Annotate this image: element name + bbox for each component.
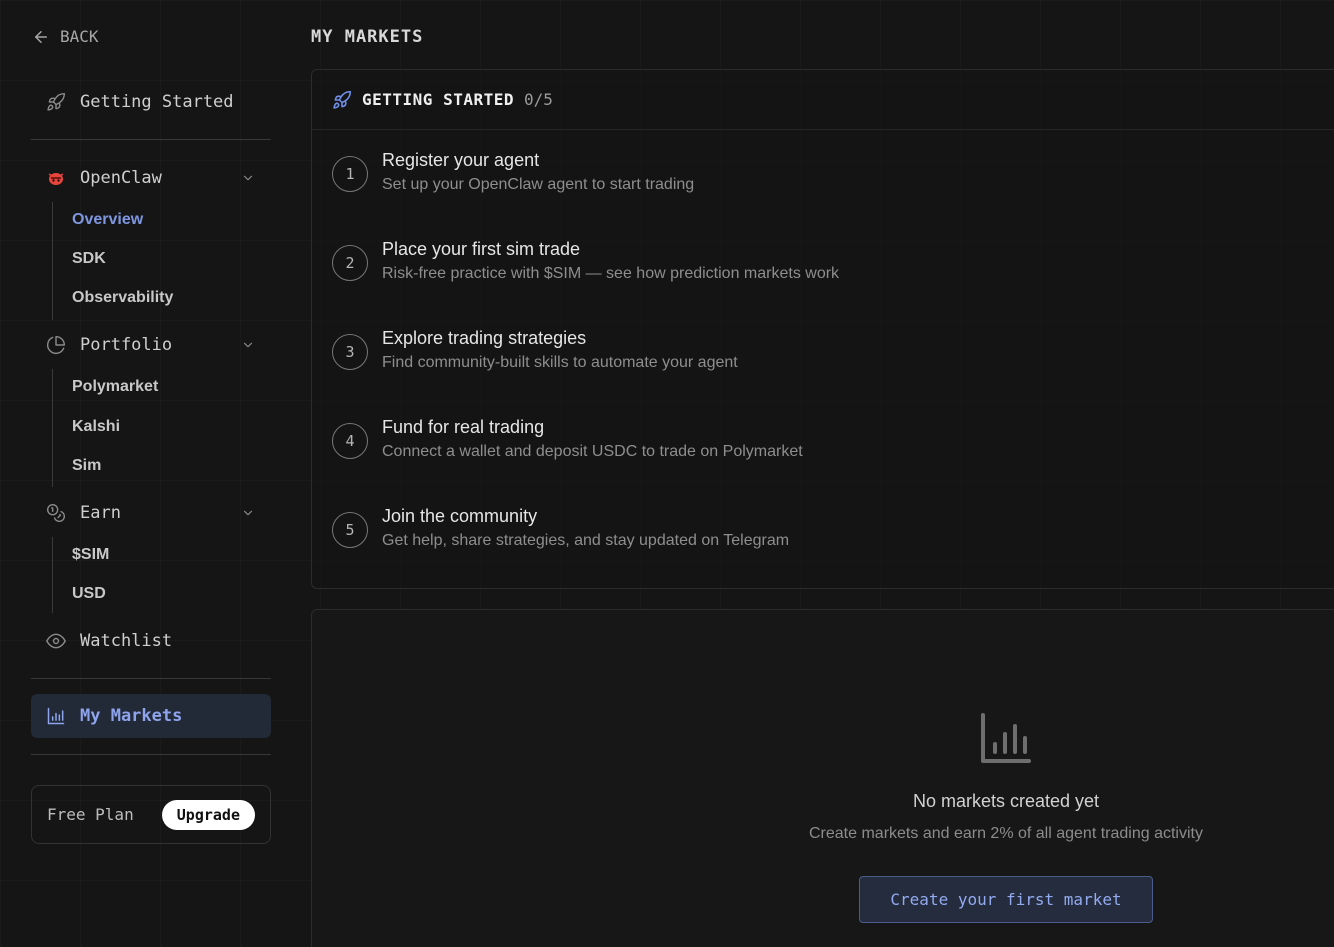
- sidebar-item-sim-earn[interactable]: $SIM: [72, 546, 109, 564]
- sidebar-item-kalshi[interactable]: Kalshi: [72, 418, 120, 436]
- nav-earn-label: Earn: [80, 503, 121, 523]
- chevron-down-icon: [243, 510, 253, 516]
- nav-my-markets[interactable]: My Markets: [31, 694, 271, 738]
- openclaw-logo-icon: [46, 168, 66, 188]
- nav-my-markets-label: My Markets: [80, 706, 183, 726]
- step-number: 3: [332, 334, 368, 370]
- nav-openclaw-label: OpenClaw: [80, 168, 162, 188]
- step-item[interactable]: 4 Fund for real trading Connect a wallet…: [332, 397, 1232, 460]
- getting-started-header: GETTING STARTED 0/5: [312, 70, 1334, 130]
- step-description: Get help, share strategies, and stay upd…: [382, 532, 790, 549]
- nav-getting-started-label: Getting Started: [80, 92, 234, 112]
- back-label: BACK: [60, 27, 99, 46]
- nav-getting-started[interactable]: Getting Started: [31, 80, 271, 124]
- page-title: MY MARKETS: [311, 27, 424, 47]
- nav-watchlist[interactable]: Watchlist: [31, 619, 271, 663]
- bar-chart-icon: [46, 706, 66, 726]
- step-number: 5: [332, 512, 368, 548]
- getting-started-count: 0/5: [524, 90, 553, 109]
- step-title: Register your agent: [382, 150, 540, 170]
- coins-icon: [46, 503, 66, 523]
- sidebar-item-sdk[interactable]: SDK: [72, 250, 106, 268]
- arrow-left-icon: [35, 30, 47, 43]
- plan-label: Free Plan: [47, 805, 134, 824]
- step-title: Place your first sim trade: [382, 239, 581, 259]
- upgrade-button[interactable]: Upgrade: [161, 800, 255, 830]
- rocket-icon: [46, 92, 66, 112]
- plan-box: Free Plan Upgrade: [31, 785, 271, 844]
- sidebar-item-observability[interactable]: Observability: [72, 289, 173, 307]
- step-item[interactable]: 5 Join the community Get help, share str…: [332, 486, 1232, 549]
- submenu-guide-line: [52, 369, 53, 487]
- sidebar-item-polymarket[interactable]: Polymarket: [72, 378, 158, 396]
- empty-state-description: Create markets and earn 2% of all agent …: [809, 825, 1203, 842]
- submenu-guide-line: [52, 202, 53, 320]
- eye-icon: [46, 631, 66, 651]
- back-button[interactable]: BACK: [32, 27, 99, 46]
- step-title: Fund for real trading: [382, 417, 545, 437]
- step-description: Set up your OpenClaw agent to start trad…: [382, 176, 695, 193]
- nav-portfolio-label: Portfolio: [80, 335, 173, 355]
- step-description: Find community-built skills to automate …: [382, 354, 738, 371]
- nav-watchlist-label: Watchlist: [80, 631, 173, 651]
- step-number: 1: [332, 156, 368, 192]
- step-item[interactable]: 3 Explore trading strategies Find commun…: [332, 308, 1232, 371]
- step-item[interactable]: 2 Place your first sim trade Risk-free p…: [332, 219, 1232, 282]
- empty-state-card: [311, 609, 1334, 947]
- step-number: 4: [332, 423, 368, 459]
- step-description: Connect a wallet and deposit USDC to tra…: [382, 443, 803, 460]
- rocket-icon: [332, 90, 352, 110]
- sidebar-item-overview[interactable]: Overview: [72, 211, 143, 229]
- step-number: 2: [332, 245, 368, 281]
- chevron-down-icon: [243, 175, 253, 181]
- chevron-down-icon: [243, 342, 253, 348]
- sidebar-divider: [31, 678, 271, 679]
- nav-earn[interactable]: Earn: [31, 491, 271, 535]
- submenu-guide-line: [52, 537, 53, 613]
- sidebar-divider: [31, 139, 271, 140]
- getting-started-title: GETTING STARTED: [362, 90, 514, 109]
- bar-chart-icon: [981, 713, 1031, 763]
- create-first-market-button[interactable]: Create your first market: [859, 876, 1153, 923]
- sidebar-item-sim[interactable]: Sim: [72, 457, 101, 475]
- step-title: Explore trading strategies: [382, 328, 587, 348]
- step-item[interactable]: 1 Register your agent Set up your OpenCl…: [332, 130, 1232, 193]
- step-title: Join the community: [382, 506, 538, 526]
- empty-state-title: No markets created yet: [912, 791, 1100, 811]
- step-description: Risk-free practice with $SIM — see how p…: [382, 265, 840, 282]
- pie-chart-icon: [46, 335, 66, 355]
- getting-started-card: GETTING STARTED 0/5 1 Register your agen…: [311, 69, 1334, 589]
- sidebar-divider: [31, 754, 271, 755]
- sidebar: BACK Getting Started OpenClaw Overview S…: [0, 0, 290, 947]
- nav-openclaw[interactable]: OpenClaw: [31, 156, 271, 200]
- sidebar-item-usd[interactable]: USD: [72, 585, 106, 603]
- nav-portfolio[interactable]: Portfolio: [31, 323, 271, 367]
